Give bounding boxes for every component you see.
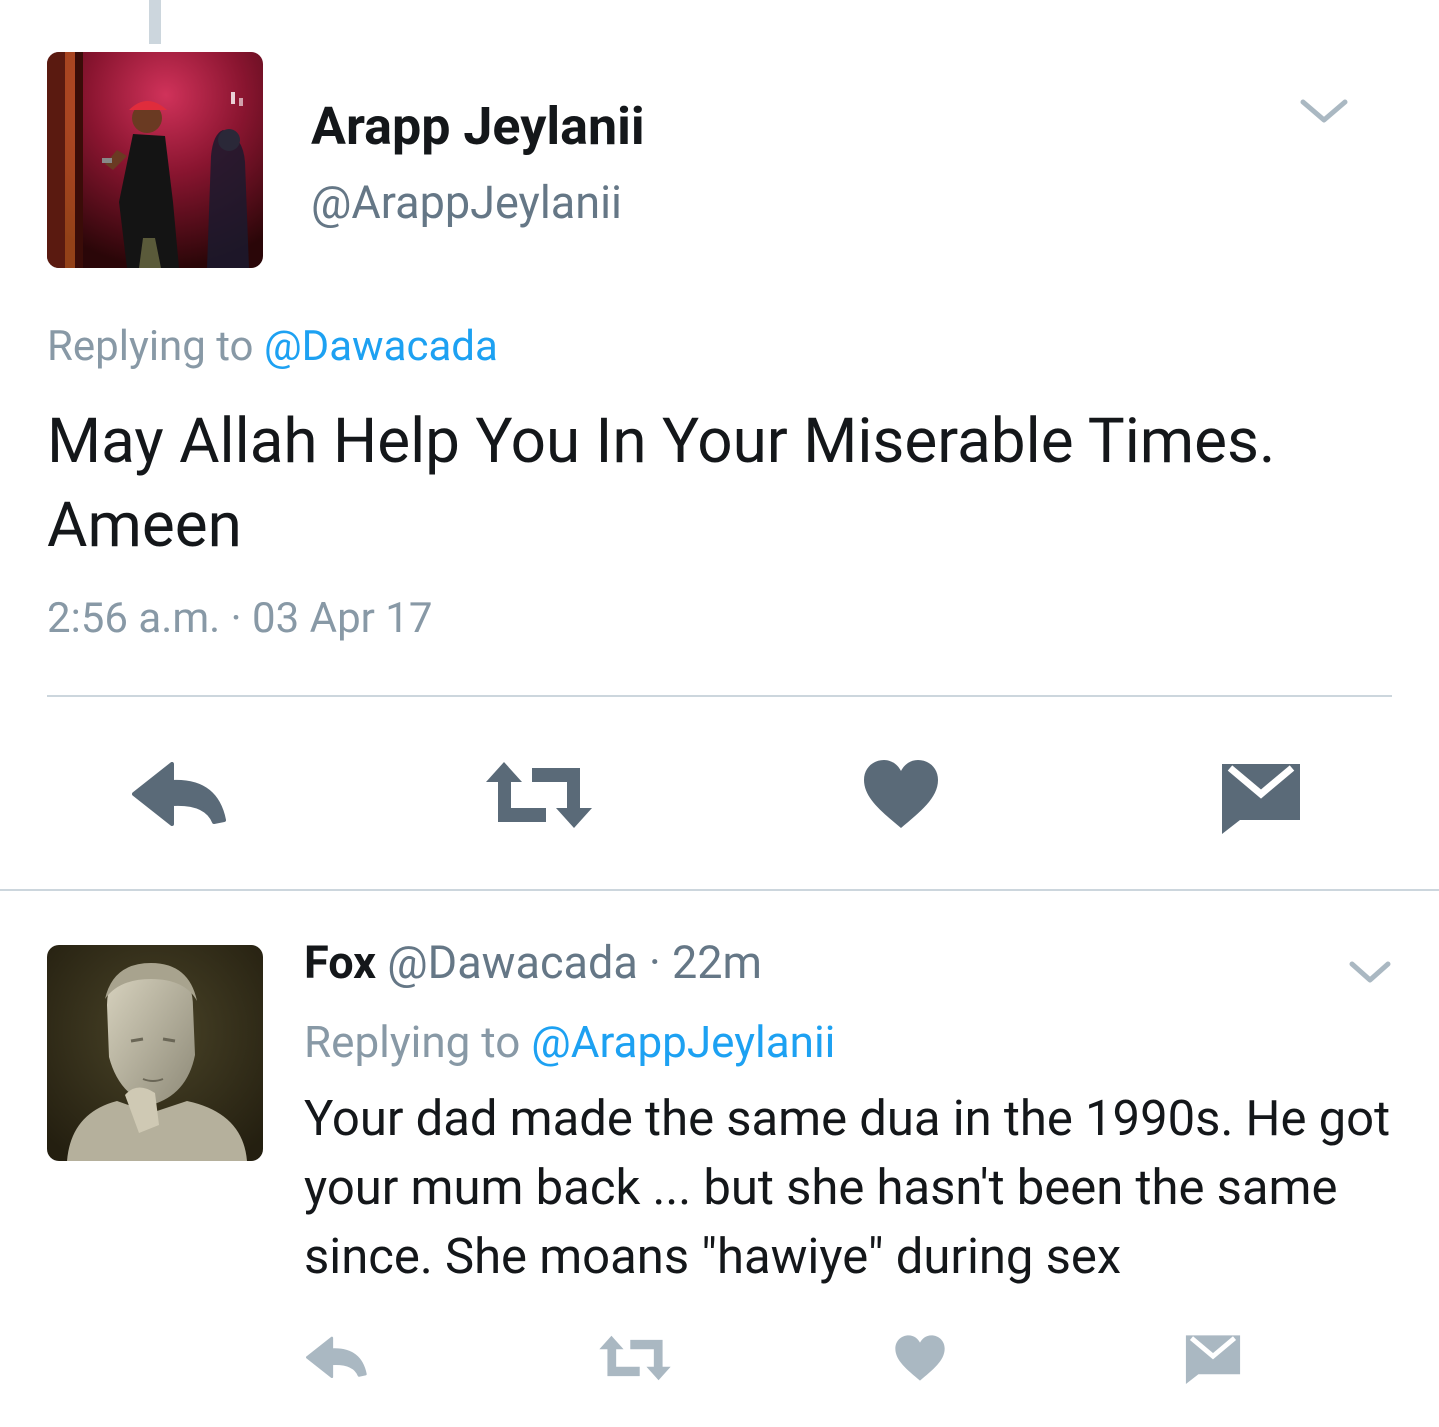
reply-icon[interactable] [132, 762, 228, 828]
replying-to-mention[interactable]: @Dawacada [264, 322, 498, 371]
divider [0, 889, 1439, 891]
reply-icon[interactable] [306, 1336, 368, 1380]
tweet-time-ago[interactable]: · 22m [638, 936, 762, 989]
envelope-icon[interactable] [1220, 762, 1302, 834]
heart-icon[interactable] [894, 1334, 946, 1382]
avatar-image-concert [47, 52, 263, 268]
replying-to-line: Replying to @Dawacada [47, 322, 498, 371]
reply-header: Fox @Dawacada · 22m [304, 936, 762, 989]
replying-to-line: Replying to @ArappJeylanii [304, 1016, 835, 1068]
retweet-icon[interactable] [598, 1334, 672, 1382]
chevron-down-icon[interactable] [1299, 96, 1349, 126]
heart-icon[interactable] [862, 758, 940, 830]
author-display-name[interactable]: Arapp Jeylanii [311, 96, 645, 157]
replying-prefix: Replying to [47, 322, 254, 371]
replying-prefix: Replying to [304, 1016, 521, 1068]
author-display-name[interactable]: Fox [304, 936, 376, 989]
avatar-image-bust [47, 945, 263, 1161]
avatar[interactable] [47, 52, 263, 268]
divider [47, 695, 1392, 697]
thread-connector-line [149, 0, 161, 44]
retweet-icon[interactable] [484, 760, 594, 830]
avatar[interactable] [47, 945, 263, 1161]
tweet-timestamp[interactable]: 2:56 a.m. · 03 Apr 17 [47, 594, 433, 643]
chevron-down-icon[interactable] [1348, 958, 1392, 986]
replying-to-mention[interactable]: @ArappJeylanii [531, 1016, 835, 1068]
author-handle[interactable]: @Dawacada [387, 936, 638, 989]
author-handle[interactable]: @ArappJeylanii [311, 176, 622, 229]
envelope-icon[interactable] [1184, 1334, 1242, 1384]
tweet-text: May Allah Help You In Your Miserable Tim… [47, 405, 1276, 562]
tweet-text: Your dad made the same dua in the 1990s.… [304, 1090, 1391, 1285]
